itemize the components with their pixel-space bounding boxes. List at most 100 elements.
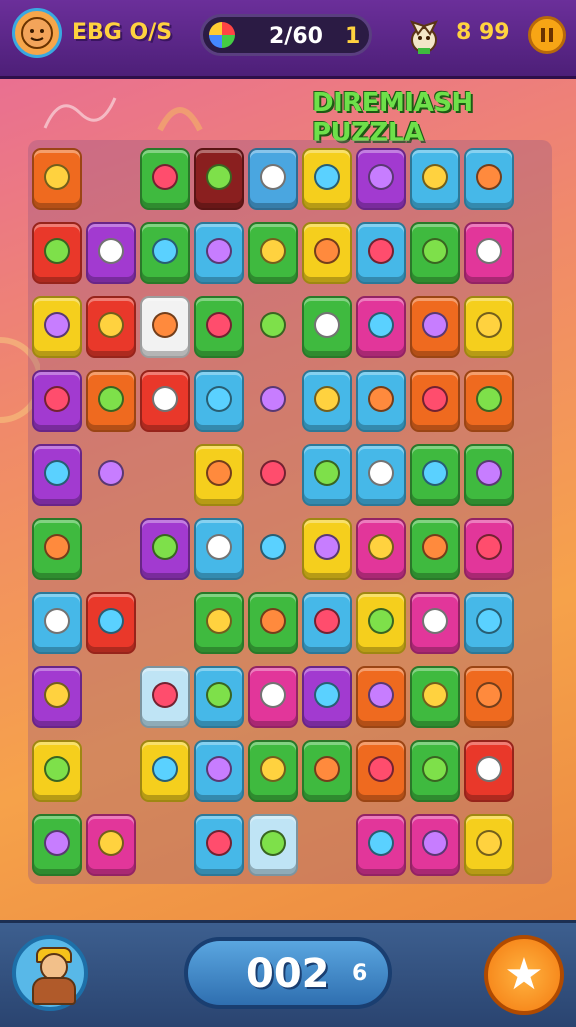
tile-heart[interactable] [140,740,190,802]
tile-heart[interactable] [194,370,244,432]
tile-leaf[interactable] [140,296,190,358]
tile-cherry[interactable] [410,518,460,580]
tile-diamond[interactable] [464,296,514,358]
tile-box[interactable] [464,814,514,876]
tile-heart[interactable] [32,370,82,432]
tile-feather[interactable] [248,666,298,728]
empty-cell [518,666,568,728]
tile-lemon[interactable] [248,592,298,654]
tile-carrot[interactable] [32,148,82,210]
tile-heart[interactable] [248,222,298,284]
tile-palm[interactable] [464,666,514,728]
tile-icecream[interactable] [356,518,406,580]
tile-face[interactable] [194,740,244,802]
tile-heart[interactable] [410,222,460,284]
tile-cone[interactable] [302,370,352,432]
tile-pepper[interactable] [356,592,406,654]
tile-chili[interactable] [302,222,352,284]
tile-leaf[interactable] [194,592,244,654]
tile-star[interactable] [302,666,352,728]
tile-lemon[interactable] [410,740,460,802]
leaf-icon [314,607,340,634]
tile-icecream[interactable] [140,666,190,728]
tile-bag[interactable] [194,666,244,728]
tile-lemon[interactable] [248,740,298,802]
leaf-icon [152,237,178,264]
tile-brush[interactable] [356,148,406,210]
tile-pencil[interactable] [32,814,82,876]
tile-lemon[interactable] [32,222,82,284]
tile-pencil[interactable] [32,666,82,728]
tile-bird[interactable] [194,518,244,580]
tile-palm[interactable] [86,370,136,432]
tile-bird[interactable] [86,814,136,876]
tile-robot[interactable] [32,444,82,506]
tile-bowl[interactable] [464,518,514,580]
tile-orb[interactable] [248,814,298,876]
pepper-icon [368,607,394,634]
tile-icecream[interactable] [302,148,352,210]
tile-clip[interactable] [464,740,514,802]
tile-flower[interactable] [410,592,460,654]
tile-leaf[interactable] [410,666,460,728]
tile-bottle[interactable] [194,222,244,284]
tile-leaf[interactable] [302,592,352,654]
tile-ball[interactable] [464,592,514,654]
character-avatar[interactable] [12,935,88,1011]
tile-icecream[interactable] [410,148,460,210]
tile-robot[interactable] [356,740,406,802]
icecream-icon [314,163,340,190]
tile-apple[interactable] [356,370,406,432]
phone-icon [152,385,178,412]
tile-feather[interactable] [464,222,514,284]
tile-pumpkin[interactable] [464,370,514,432]
pause-button[interactable] [528,16,566,54]
tile-flower[interactable] [248,148,298,210]
tile-face[interactable] [410,370,460,432]
tile-snail[interactable] [248,370,298,432]
tile-anchor[interactable] [410,296,460,358]
tile-carrot[interactable] [464,444,514,506]
tile-phone[interactable] [140,370,190,432]
tile-face[interactable] [32,740,82,802]
tile-bird[interactable] [86,444,136,506]
tile-pencil[interactable] [32,592,82,654]
tile-plum[interactable] [32,518,82,580]
tile-cone[interactable] [194,148,244,210]
tile-swirl[interactable] [356,666,406,728]
plum-icon [422,829,448,856]
tile-drum[interactable] [248,296,298,358]
tile-mask[interactable] [464,148,514,210]
tile-apple[interactable] [356,814,406,876]
tile-orange[interactable] [140,148,190,210]
plum-icon [44,533,70,560]
tile-shell[interactable] [86,592,136,654]
pet-icon[interactable] [404,12,444,56]
tile-frog[interactable] [140,518,190,580]
star-button[interactable]: ★ [484,935,564,1015]
tile-broom[interactable] [194,814,244,876]
tile-monster[interactable] [194,296,244,358]
tile-smile[interactable] [194,444,244,506]
tile-kite[interactable] [356,296,406,358]
icecream-icon [422,163,448,190]
bird-icon [206,533,232,560]
tile-shell[interactable] [86,222,136,284]
bird-icon [98,829,124,856]
tile-ticket[interactable] [86,296,136,358]
tile-heart[interactable] [410,444,460,506]
tile-plum[interactable] [410,814,460,876]
tile-cloud[interactable] [302,518,352,580]
tile-robot[interactable] [32,296,82,358]
pencil-icon [44,829,70,856]
tile-pencil[interactable] [302,740,352,802]
player-avatar[interactable] [12,8,62,58]
tile-robot[interactable] [356,222,406,284]
kite-icon [368,311,394,338]
tile-flower[interactable] [302,444,352,506]
tile-bow[interactable] [248,518,298,580]
tile-leaf[interactable] [140,222,190,284]
tile-star[interactable] [302,296,352,358]
tile-apple[interactable] [356,444,406,506]
tile-cheese[interactable] [248,444,298,506]
